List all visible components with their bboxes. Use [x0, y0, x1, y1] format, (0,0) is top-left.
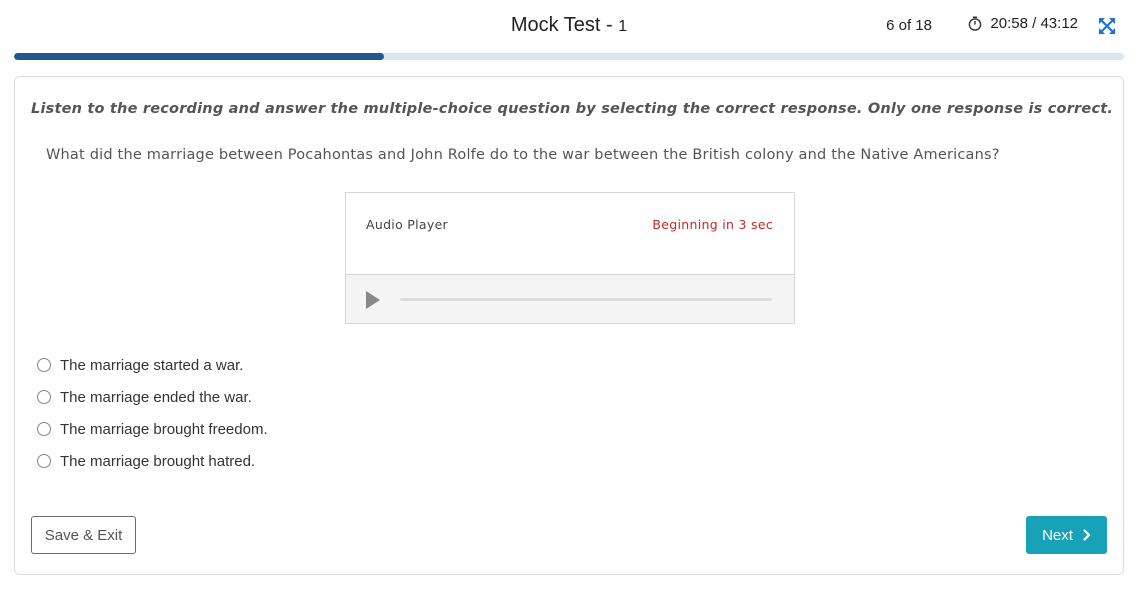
audio-player: Audio Player Beginning in 3 sec [345, 192, 795, 324]
question-card: Listen to the recording and answer the m… [14, 76, 1124, 575]
instruction-text: Listen to the recording and answer the m… [31, 101, 1114, 117]
answer-options: The marriage started a war. The marriage… [37, 349, 268, 477]
play-icon[interactable] [366, 291, 380, 309]
chevron-right-icon [1083, 529, 1091, 541]
option-label: The marriage brought hatred. [60, 452, 256, 470]
audio-track[interactable] [400, 298, 772, 301]
option-4[interactable]: The marriage brought hatred. [37, 445, 268, 477]
timer: 20:58 / 43:12 [968, 15, 1078, 32]
audio-controls [346, 275, 794, 323]
option-label: The marriage ended the war. [60, 388, 252, 406]
page-title: Mock Test - 1 [0, 14, 1138, 37]
radio-button[interactable] [37, 454, 51, 468]
question-counter: 6 of 18 [886, 17, 932, 34]
stopwatch-icon [968, 16, 982, 31]
next-label: Next [1042, 526, 1073, 544]
option-1[interactable]: The marriage started a war. [37, 349, 268, 381]
option-2[interactable]: The marriage ended the war. [37, 381, 268, 413]
audio-status: Beginning in 3 sec [652, 217, 773, 232]
audio-player-header: Audio Player Beginning in 3 sec [346, 193, 794, 275]
option-label: The marriage started a war. [60, 356, 244, 374]
timer-text: 20:58 / 43:12 [990, 15, 1078, 32]
audio-player-label: Audio Player [366, 217, 448, 232]
top-bar: Mock Test - 1 6 of 18 20:58 / 43:12 [0, 0, 1138, 52]
title-text: Mock Test - [510, 14, 619, 36]
next-button[interactable]: Next [1026, 516, 1107, 554]
option-3[interactable]: The marriage brought freedom. [37, 413, 268, 445]
title-number: 1 [618, 18, 628, 35]
progress-fill [14, 53, 384, 60]
radio-button[interactable] [37, 358, 51, 372]
progress-bar [14, 53, 1124, 60]
radio-button[interactable] [37, 390, 51, 404]
question-text: What did the marriage between Pocahontas… [46, 147, 1000, 163]
fullscreen-icon[interactable] [1098, 17, 1116, 35]
save-exit-button[interactable]: Save & Exit [31, 516, 136, 554]
radio-button[interactable] [37, 422, 51, 436]
option-label: The marriage brought freedom. [60, 420, 268, 438]
